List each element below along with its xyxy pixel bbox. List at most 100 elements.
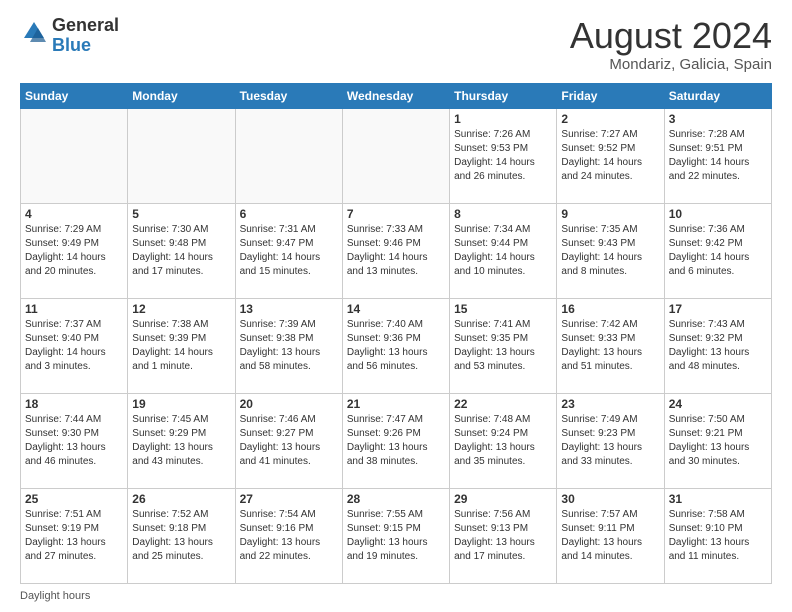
calendar-cell: 2 Sunrise: 7:27 AMSunset: 9:52 PMDaylight… xyxy=(557,108,664,203)
day-info: Sunrise: 7:27 AMSunset: 9:52 PMDaylight:… xyxy=(561,128,659,184)
calendar-table: SundayMondayTuesdayWednesdayThursdayFrid… xyxy=(20,83,772,584)
calendar-cell: 5 Sunrise: 7:30 AMSunset: 9:48 PMDaylight… xyxy=(128,203,235,298)
calendar-cell: 6 Sunrise: 7:31 AMSunset: 9:47 PMDaylight… xyxy=(235,203,342,298)
day-number: 14 xyxy=(347,302,445,316)
calendar-cell xyxy=(342,108,449,203)
calendar-cell: 11 Sunrise: 7:37 AMSunset: 9:40 PMDayligh… xyxy=(21,298,128,393)
day-number: 6 xyxy=(240,207,338,221)
calendar-cell xyxy=(21,108,128,203)
day-number: 27 xyxy=(240,492,338,506)
calendar-cell: 29 Sunrise: 7:56 AMSunset: 9:13 PMDayligh… xyxy=(450,488,557,583)
calendar-week-4: 18 Sunrise: 7:44 AMSunset: 9:30 PMDayligh… xyxy=(21,393,772,488)
calendar-week-3: 11 Sunrise: 7:37 AMSunset: 9:40 PMDayligh… xyxy=(21,298,772,393)
day-number: 17 xyxy=(669,302,767,316)
calendar-cell: 31 Sunrise: 7:58 AMSunset: 9:10 PMDayligh… xyxy=(664,488,771,583)
day-number: 24 xyxy=(669,397,767,411)
logo: General Blue xyxy=(20,16,119,56)
calendar-cell: 23 Sunrise: 7:49 AMSunset: 9:23 PMDayligh… xyxy=(557,393,664,488)
day-number: 28 xyxy=(347,492,445,506)
day-number: 1 xyxy=(454,112,552,126)
day-info: Sunrise: 7:41 AMSunset: 9:35 PMDaylight:… xyxy=(454,318,552,374)
calendar-header-saturday: Saturday xyxy=(664,83,771,108)
calendar-cell: 14 Sunrise: 7:40 AMSunset: 9:36 PMDayligh… xyxy=(342,298,449,393)
title-block: August 2024 Mondariz, Galicia, Spain xyxy=(570,16,772,73)
day-number: 29 xyxy=(454,492,552,506)
day-info: Sunrise: 7:34 AMSunset: 9:44 PMDaylight:… xyxy=(454,223,552,279)
calendar-header-thursday: Thursday xyxy=(450,83,557,108)
day-number: 31 xyxy=(669,492,767,506)
day-info: Sunrise: 7:33 AMSunset: 9:46 PMDaylight:… xyxy=(347,223,445,279)
day-info: Sunrise: 7:37 AMSunset: 9:40 PMDaylight:… xyxy=(25,318,123,374)
calendar-cell xyxy=(235,108,342,203)
day-number: 9 xyxy=(561,207,659,221)
page: General Blue August 2024 Mondariz, Galic… xyxy=(0,0,792,612)
day-info: Sunrise: 7:31 AMSunset: 9:47 PMDaylight:… xyxy=(240,223,338,279)
day-info: Sunrise: 7:30 AMSunset: 9:48 PMDaylight:… xyxy=(132,223,230,279)
day-number: 30 xyxy=(561,492,659,506)
day-info: Sunrise: 7:56 AMSunset: 9:13 PMDaylight:… xyxy=(454,508,552,564)
calendar-cell: 7Sunrise: 7:33 AMSunset: 9:46 PMDaylight… xyxy=(342,203,449,298)
day-number: 5 xyxy=(132,207,230,221)
calendar-cell: 24Sunrise: 7:50 AMSunset: 9:21 PMDayligh… xyxy=(664,393,771,488)
day-number: 16 xyxy=(561,302,659,316)
calendar-week-1: 1Sunrise: 7:26 AMSunset: 9:53 PMDaylight… xyxy=(21,108,772,203)
day-info: Sunrise: 7:28 AMSunset: 9:51 PMDaylight:… xyxy=(669,128,767,184)
day-info: Sunrise: 7:45 AMSunset: 9:29 PMDaylight:… xyxy=(132,413,230,469)
calendar-cell: 18 Sunrise: 7:44 AMSunset: 9:30 PMDayligh… xyxy=(21,393,128,488)
day-number: 22 xyxy=(454,397,552,411)
calendar-cell: 19Sunrise: 7:45 AMSunset: 9:29 PMDayligh… xyxy=(128,393,235,488)
day-number: 13 xyxy=(240,302,338,316)
calendar-cell: 12 Sunrise: 7:38 AMSunset: 9:39 PMDayligh… xyxy=(128,298,235,393)
day-info: Sunrise: 7:54 AMSunset: 9:16 PMDaylight:… xyxy=(240,508,338,564)
day-info: Sunrise: 7:39 AMSunset: 9:38 PMDaylight:… xyxy=(240,318,338,374)
day-number: 4 xyxy=(25,207,123,221)
day-number: 11 xyxy=(25,302,123,316)
day-info: Sunrise: 7:55 AMSunset: 9:15 PMDaylight:… xyxy=(347,508,445,564)
day-number: 26 xyxy=(132,492,230,506)
day-number: 2 xyxy=(561,112,659,126)
calendar-header-wednesday: Wednesday xyxy=(342,83,449,108)
day-info: Sunrise: 7:40 AMSunset: 9:36 PMDaylight:… xyxy=(347,318,445,374)
day-info: Sunrise: 7:38 AMSunset: 9:39 PMDaylight:… xyxy=(132,318,230,374)
day-info: Sunrise: 7:36 AMSunset: 9:42 PMDaylight:… xyxy=(669,223,767,279)
calendar-cell: 26 Sunrise: 7:52 AMSunset: 9:18 PMDayligh… xyxy=(128,488,235,583)
logo-blue: Blue xyxy=(52,36,119,56)
calendar-cell: 28 Sunrise: 7:55 AMSunset: 9:15 PMDayligh… xyxy=(342,488,449,583)
day-info: Sunrise: 7:48 AMSunset: 9:24 PMDaylight:… xyxy=(454,413,552,469)
calendar-cell: 20Sunrise: 7:46 AMSunset: 9:27 PMDayligh… xyxy=(235,393,342,488)
day-number: 23 xyxy=(561,397,659,411)
day-number: 12 xyxy=(132,302,230,316)
day-number: 21 xyxy=(347,397,445,411)
calendar-week-2: 4 Sunrise: 7:29 AMSunset: 9:49 PMDaylight… xyxy=(21,203,772,298)
calendar-header-tuesday: Tuesday xyxy=(235,83,342,108)
calendar-cell: 16 Sunrise: 7:42 AMSunset: 9:33 PMDayligh… xyxy=(557,298,664,393)
calendar-cell: 1Sunrise: 7:26 AMSunset: 9:53 PMDaylight… xyxy=(450,108,557,203)
day-number: 15 xyxy=(454,302,552,316)
footer-label: Daylight hours xyxy=(20,590,90,602)
day-number: 8 xyxy=(454,207,552,221)
day-info: Sunrise: 7:46 AMSunset: 9:27 PMDaylight:… xyxy=(240,413,338,469)
calendar-header-sunday: Sunday xyxy=(21,83,128,108)
calendar-cell: 25Sunrise: 7:51 AMSunset: 9:19 PMDayligh… xyxy=(21,488,128,583)
day-number: 10 xyxy=(669,207,767,221)
calendar-cell: 9 Sunrise: 7:35 AMSunset: 9:43 PMDaylight… xyxy=(557,203,664,298)
day-info: Sunrise: 7:42 AMSunset: 9:33 PMDaylight:… xyxy=(561,318,659,374)
day-info: Sunrise: 7:49 AMSunset: 9:23 PMDaylight:… xyxy=(561,413,659,469)
logo-icon xyxy=(20,18,48,46)
day-info: Sunrise: 7:29 AMSunset: 9:49 PMDaylight:… xyxy=(25,223,123,279)
day-info: Sunrise: 7:44 AMSunset: 9:30 PMDaylight:… xyxy=(25,413,123,469)
calendar-cell: 21Sunrise: 7:47 AMSunset: 9:26 PMDayligh… xyxy=(342,393,449,488)
day-info: Sunrise: 7:35 AMSunset: 9:43 PMDaylight:… xyxy=(561,223,659,279)
calendar-cell: 4 Sunrise: 7:29 AMSunset: 9:49 PMDaylight… xyxy=(21,203,128,298)
day-info: Sunrise: 7:58 AMSunset: 9:10 PMDaylight:… xyxy=(669,508,767,564)
calendar-header-monday: Monday xyxy=(128,83,235,108)
calendar-cell: 27 Sunrise: 7:54 AMSunset: 9:16 PMDayligh… xyxy=(235,488,342,583)
day-info: Sunrise: 7:52 AMSunset: 9:18 PMDaylight:… xyxy=(132,508,230,564)
calendar-cell: 3Sunrise: 7:28 AMSunset: 9:51 PMDaylight… xyxy=(664,108,771,203)
calendar-cell: 22 Sunrise: 7:48 AMSunset: 9:24 PMDayligh… xyxy=(450,393,557,488)
calendar-cell: 30Sunrise: 7:57 AMSunset: 9:11 PMDayligh… xyxy=(557,488,664,583)
day-number: 18 xyxy=(25,397,123,411)
header: General Blue August 2024 Mondariz, Galic… xyxy=(20,16,772,73)
calendar-header-friday: Friday xyxy=(557,83,664,108)
day-info: Sunrise: 7:51 AMSunset: 9:19 PMDaylight:… xyxy=(25,508,123,564)
